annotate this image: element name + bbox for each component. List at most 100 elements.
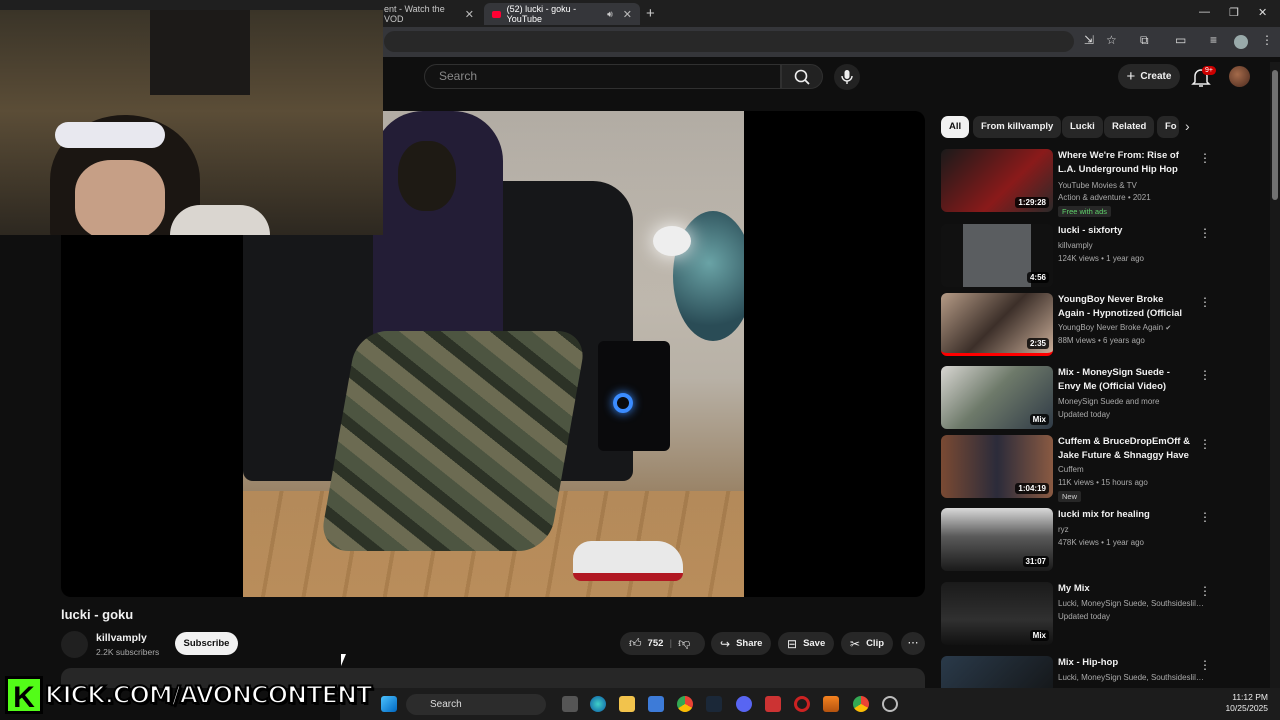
duration-label: 1:04:19: [1015, 483, 1049, 494]
recommendation-thumbnail[interactable]: 31:07: [941, 508, 1053, 571]
address-bar[interactable]: [384, 31, 1074, 52]
recommendation-item[interactable]: Mix Mix - MoneySign Suede - Envy Me (Off…: [941, 366, 1211, 430]
video-person-shoe: [573, 541, 683, 581]
recommendation-thumbnail[interactable]: Mix: [941, 366, 1053, 429]
recommendation-title[interactable]: Mix - MoneySign Suede - Envy Me (Officia…: [1058, 366, 1190, 393]
recommendation-thumbnail[interactable]: 1:04:19: [941, 435, 1053, 498]
recommendation-thumbnail[interactable]: [941, 656, 1053, 688]
recommendation-item[interactable]: 2:35 YoungBoy Never Broke Again - Hypnot…: [941, 293, 1211, 357]
microphone-icon: [841, 70, 853, 84]
recommendation-channel: killvamply: [1058, 241, 1093, 250]
more-vert-icon[interactable]: ⋮: [1199, 584, 1211, 598]
close-icon[interactable]: ✕: [465, 8, 474, 21]
like-icon[interactable]: 👍︎: [629, 636, 642, 651]
task-view-icon[interactable]: [562, 696, 578, 712]
media-icon[interactable]: ▭: [1175, 33, 1186, 47]
recommendation-meta: Updated today: [1058, 410, 1111, 419]
recommendation-item[interactable]: Mix My Mix Lucki, MoneySign Suede, South…: [941, 582, 1211, 646]
close-window-button[interactable]: ✕: [1258, 6, 1267, 19]
clock-date: 10/25/2025: [1225, 703, 1268, 713]
youtube-icon: [492, 10, 501, 18]
more-vert-icon[interactable]: ⋮: [1199, 510, 1211, 524]
recommendation-item[interactable]: Mix - Hip-hop Lucki, MoneySign Suede, So…: [941, 656, 1211, 688]
clip-button[interactable]: ✂ Clip: [841, 632, 894, 655]
obs-icon[interactable]: [882, 696, 898, 712]
recommendation-thumbnail[interactable]: 2:35: [941, 293, 1053, 356]
recommendation-thumbnail[interactable]: Mix: [941, 582, 1053, 645]
chrome-active-icon[interactable]: [853, 696, 869, 712]
share-button[interactable]: ↪ Share: [711, 632, 772, 655]
account-avatar[interactable]: [1229, 66, 1250, 87]
clip-label: Clip: [866, 638, 885, 649]
extensions-icon[interactable]: ⧉: [1140, 33, 1149, 48]
more-vert-icon[interactable]: ⋮: [1199, 151, 1211, 165]
tab-youtube[interactable]: (52) lucki - goku - YouTube 🔊︎ ✕: [484, 3, 640, 25]
save-button[interactable]: ⊟ Save: [778, 632, 835, 655]
recommendation-title[interactable]: My Mix: [1058, 582, 1190, 596]
recommendation-thumbnail[interactable]: 4:56: [941, 224, 1053, 287]
edge-icon[interactable]: [590, 696, 606, 712]
opera-icon[interactable]: [794, 696, 810, 712]
taskbar-clock[interactable]: 11:12 PM 10/25/2025: [1222, 692, 1268, 714]
channel-avatar[interactable]: [61, 631, 88, 658]
more-vert-icon[interactable]: ⋮: [1199, 437, 1211, 451]
speaker-icon[interactable]: 🔊︎: [607, 9, 613, 20]
new-tab-button[interactable]: +: [646, 5, 655, 22]
chip-fo[interactable]: Fo: [1157, 116, 1179, 138]
chevron-right-icon[interactable]: ›: [1185, 118, 1190, 134]
recommendation-item[interactable]: 31:07 lucki mix for healing ryz 478K vie…: [941, 508, 1211, 572]
recommendation-title[interactable]: Mix - Hip-hop: [1058, 656, 1190, 670]
recommendation-title[interactable]: lucki mix for healing: [1058, 508, 1190, 522]
recommendation-item[interactable]: 1:04:19 Cuffem & BruceDropEmOff & Jake F…: [941, 435, 1211, 502]
recommendation-title[interactable]: Cuffem & BruceDropEmOff & Jake Future & …: [1058, 435, 1190, 462]
discord-icon[interactable]: [736, 696, 752, 712]
search-button[interactable]: [781, 64, 823, 89]
bookmark-star-icon[interactable]: ☆: [1106, 33, 1117, 47]
recommendation-item[interactable]: 1:29:28 Where We're From: Rise of L.A. U…: [941, 149, 1211, 217]
store-icon[interactable]: [648, 696, 664, 712]
more-vert-icon[interactable]: ⋮: [1199, 226, 1211, 240]
search-icon: [794, 69, 810, 85]
scrollbar-thumb[interactable]: [1272, 70, 1278, 200]
notification-badge: 9+: [1202, 66, 1216, 75]
more-vert-icon[interactable]: ⋮: [1199, 295, 1211, 309]
voice-search-button[interactable]: [834, 64, 860, 90]
chip-from-channel[interactable]: From killvamply: [973, 116, 1062, 138]
subscribe-button[interactable]: Subscribe: [175, 632, 238, 655]
minimize-button[interactable]: —: [1199, 6, 1210, 18]
tab-kick-vod[interactable]: ent - Watch the VOD ✕: [376, 3, 482, 25]
recommendation-title[interactable]: Where We're From: Rise of L.A. Undergrou…: [1058, 149, 1190, 176]
taskbar-search-input[interactable]: Search: [406, 694, 546, 715]
windows-start-icon[interactable]: [381, 696, 397, 712]
recommendation-title[interactable]: YoungBoy Never Broke Again - Hypnotized …: [1058, 293, 1190, 320]
tab-label: (52) lucki - goku - YouTube: [506, 4, 577, 24]
more-actions-button[interactable]: ⋯: [901, 632, 925, 655]
fl-studio-icon[interactable]: [823, 696, 839, 712]
search-input[interactable]: Search: [424, 64, 781, 89]
file-explorer-icon[interactable]: [619, 696, 635, 712]
chrome-icon[interactable]: [677, 696, 693, 712]
video-speaker: [598, 341, 670, 451]
create-button[interactable]: + Create: [1118, 64, 1180, 89]
duration-label: 2:35: [1026, 338, 1049, 349]
dislike-icon[interactable]: 👎︎: [678, 636, 690, 651]
chip-all[interactable]: All: [941, 116, 970, 138]
like-count[interactable]: 752: [648, 638, 664, 649]
menu-icon[interactable]: ⋮: [1261, 33, 1273, 47]
chip-lucki[interactable]: Lucki: [1062, 116, 1103, 138]
profile-avatar[interactable]: [1234, 35, 1248, 49]
restore-button[interactable]: ❐: [1229, 6, 1239, 19]
steam-icon[interactable]: [706, 696, 722, 712]
record-icon[interactable]: [765, 696, 781, 712]
recommendation-title[interactable]: lucki - sixforty: [1058, 224, 1190, 238]
reading-list-icon[interactable]: ≡: [1210, 33, 1217, 47]
more-vert-icon[interactable]: ⋮: [1199, 368, 1211, 382]
close-icon[interactable]: ✕: [623, 8, 632, 21]
recommendation-item[interactable]: 4:56 lucki - sixforty killvamply 124K vi…: [941, 224, 1211, 288]
channel-name[interactable]: killvamply: [96, 632, 147, 644]
install-icon[interactable]: ⇲: [1084, 33, 1094, 47]
recommendation-thumbnail[interactable]: 1:29:28: [941, 149, 1053, 212]
chip-related[interactable]: Related: [1104, 116, 1155, 138]
more-vert-icon[interactable]: ⋮: [1199, 658, 1211, 672]
new-badge: New: [1058, 491, 1082, 502]
